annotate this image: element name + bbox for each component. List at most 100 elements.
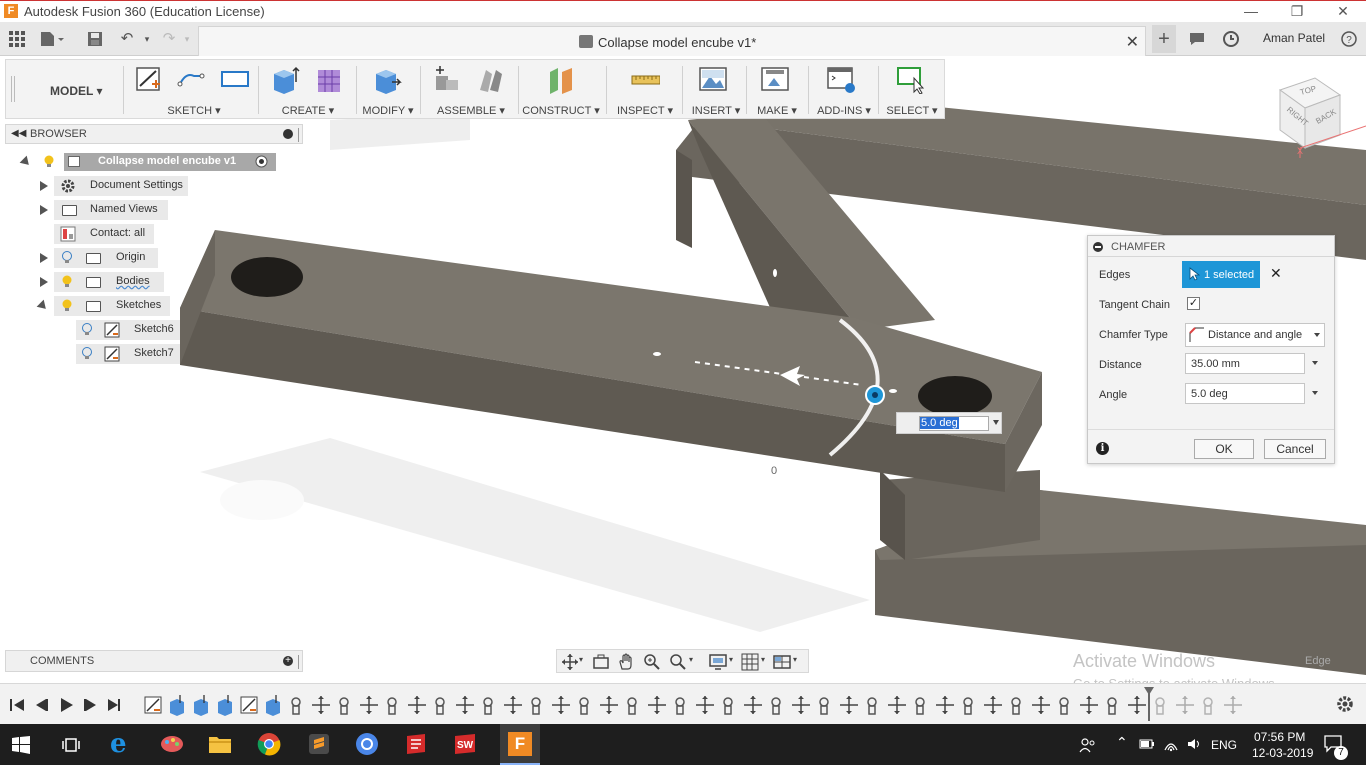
- solidworks-icon[interactable]: SW: [453, 732, 477, 756]
- windows-start-icon[interactable]: [12, 736, 30, 754]
- timeline-prev-icon[interactable]: [36, 699, 48, 711]
- timeline-move-icon[interactable]: [840, 696, 858, 714]
- angle-field[interactable]: 5.0 deg: [1185, 383, 1318, 404]
- inspect-label[interactable]: INSPECT ▾: [610, 104, 680, 117]
- timeline-move-icon[interactable]: [600, 696, 618, 714]
- timeline-joint-icon[interactable]: [1059, 697, 1069, 715]
- zoom-icon[interactable]: [643, 653, 661, 671]
- expand-icon[interactable]: [40, 277, 48, 287]
- task-view-icon[interactable]: [62, 736, 80, 754]
- timeline-joint-icon[interactable]: [1155, 697, 1165, 715]
- collapse-root-icon[interactable]: [19, 155, 33, 169]
- timeline-move-icon[interactable]: [1080, 696, 1098, 714]
- timeline-joint-icon[interactable]: [1107, 697, 1117, 715]
- timeline-move-icon[interactable]: [552, 696, 570, 714]
- close-tab-icon[interactable]: ✕: [1126, 32, 1139, 52]
- create-label[interactable]: CREATE ▾: [264, 104, 352, 117]
- timeline-move-icon[interactable]: [792, 696, 810, 714]
- timeline-play-icon[interactable]: [61, 698, 73, 712]
- display-dropdown-icon[interactable]: ▾: [729, 655, 733, 664]
- select-group[interactable]: SELECT ▾: [882, 60, 942, 120]
- make-group[interactable]: MAKE ▾: [748, 60, 806, 120]
- solidworks-explorer-icon[interactable]: [404, 732, 428, 756]
- modify-label[interactable]: MODIFY ▾: [358, 104, 418, 117]
- sketch-group[interactable]: SKETCH ▾: [130, 60, 258, 120]
- save-icon[interactable]: [84, 28, 106, 50]
- angle-dropdown-icon[interactable]: [993, 420, 999, 425]
- timeline-joint-icon[interactable]: [291, 697, 301, 715]
- people-icon[interactable]: [1078, 736, 1096, 754]
- timeline-extrude-icon[interactable]: [266, 695, 280, 716]
- battery-icon[interactable]: [1139, 738, 1155, 750]
- create-group[interactable]: CREATE ▾: [264, 60, 352, 120]
- timeline-move-icon[interactable]: [408, 696, 426, 714]
- select-window-icon[interactable]: [896, 64, 926, 94]
- line-tool-icon[interactable]: [176, 64, 206, 94]
- fusion-taskbar-button[interactable]: F: [500, 724, 540, 765]
- timeline-joint-icon[interactable]: [867, 697, 877, 715]
- timeline-move-icon[interactable]: [1128, 696, 1146, 714]
- distance-dropdown-icon[interactable]: [1312, 361, 1318, 365]
- paint-app-icon[interactable]: [160, 732, 184, 756]
- edges-selection-button[interactable]: 1 selected: [1182, 261, 1260, 288]
- collapse-icon[interactable]: [36, 299, 50, 313]
- help-icon[interactable]: ?: [1338, 28, 1360, 50]
- viewports-dropdown-icon[interactable]: ▾: [793, 655, 797, 664]
- timeline-extrude-icon[interactable]: [218, 695, 232, 716]
- distance-input[interactable]: 35.00 mm: [1185, 353, 1318, 374]
- new-tab-plus-icon[interactable]: +: [1152, 25, 1176, 53]
- angle-field-dropdown-icon[interactable]: [1312, 391, 1318, 395]
- job-status-comment-icon[interactable]: [1186, 28, 1208, 50]
- internet-explorer-icon[interactable]: e: [110, 731, 134, 757]
- cancel-button[interactable]: Cancel: [1264, 439, 1326, 459]
- timeline-move-icon[interactable]: [1176, 696, 1194, 714]
- press-pull-icon[interactable]: [372, 64, 402, 94]
- chrome-apps-icon[interactable]: [355, 732, 379, 756]
- select-label[interactable]: SELECT ▾: [882, 104, 942, 117]
- timeline-joint-icon[interactable]: [819, 697, 829, 715]
- expand-icon[interactable]: [40, 253, 48, 263]
- assemble-label[interactable]: ASSEMBLE ▾: [426, 104, 516, 117]
- new-component-icon[interactable]: [432, 64, 462, 94]
- orbit-icon[interactable]: [561, 653, 579, 671]
- browser-pin-icon[interactable]: [298, 128, 301, 142]
- zoom-dropdown-icon[interactable]: ▾: [689, 655, 693, 664]
- visibility-bulb-off-icon[interactable]: [82, 323, 92, 336]
- tree-item-bodies[interactable]: Bodies: [38, 272, 164, 292]
- create-sketch-icon[interactable]: [134, 64, 164, 94]
- file-explorer-icon[interactable]: [208, 732, 232, 756]
- timeline-move-icon[interactable]: [744, 696, 762, 714]
- rectangle-tool-icon[interactable]: [220, 64, 250, 94]
- timeline-move-icon[interactable]: [936, 696, 954, 714]
- measure-icon[interactable]: [630, 64, 660, 94]
- activate-radio-icon[interactable]: [255, 155, 268, 168]
- form-icon[interactable]: [314, 64, 344, 94]
- timeline-joint-icon[interactable]: [339, 697, 349, 715]
- timeline-last-icon[interactable]: [108, 699, 120, 711]
- timeline-joint-icon[interactable]: [771, 697, 781, 715]
- construct-group[interactable]: CONSTRUCT ▾: [520, 60, 602, 120]
- clock-time[interactable]: 07:56 PM: [1254, 730, 1305, 744]
- offset-plane-icon[interactable]: [546, 64, 576, 94]
- timeline-move-icon[interactable]: [312, 696, 330, 714]
- timeline-joint-icon[interactable]: [915, 697, 925, 715]
- timeline-next-icon[interactable]: [84, 699, 96, 711]
- scripts-addins-icon[interactable]: [826, 64, 856, 94]
- chrome-icon[interactable]: [257, 732, 281, 756]
- browser-panel-header[interactable]: ◀◀ BROWSER: [5, 124, 303, 144]
- pan-hand-icon[interactable]: [617, 653, 635, 671]
- timeline-joint-icon[interactable]: [1011, 697, 1021, 715]
- viewports-icon[interactable]: [773, 653, 791, 671]
- joint-icon[interactable]: [476, 64, 506, 94]
- sketch-label[interactable]: SKETCH ▾: [130, 104, 258, 117]
- timeline-joint-icon[interactable]: [627, 697, 637, 715]
- display-settings-icon[interactable]: [709, 653, 727, 671]
- browser-minimize-icon[interactable]: [283, 129, 293, 139]
- visibility-bulb-off-icon[interactable]: [62, 251, 72, 264]
- add-comment-icon[interactable]: +: [283, 656, 293, 666]
- timeline-move-icon[interactable]: [648, 696, 666, 714]
- timeline-joint-icon[interactable]: [579, 697, 589, 715]
- visibility-bulb-icon[interactable]: [44, 155, 54, 168]
- timeline-move-icon[interactable]: [696, 696, 714, 714]
- tree-item-sketch7[interactable]: Sketch7: [76, 344, 180, 364]
